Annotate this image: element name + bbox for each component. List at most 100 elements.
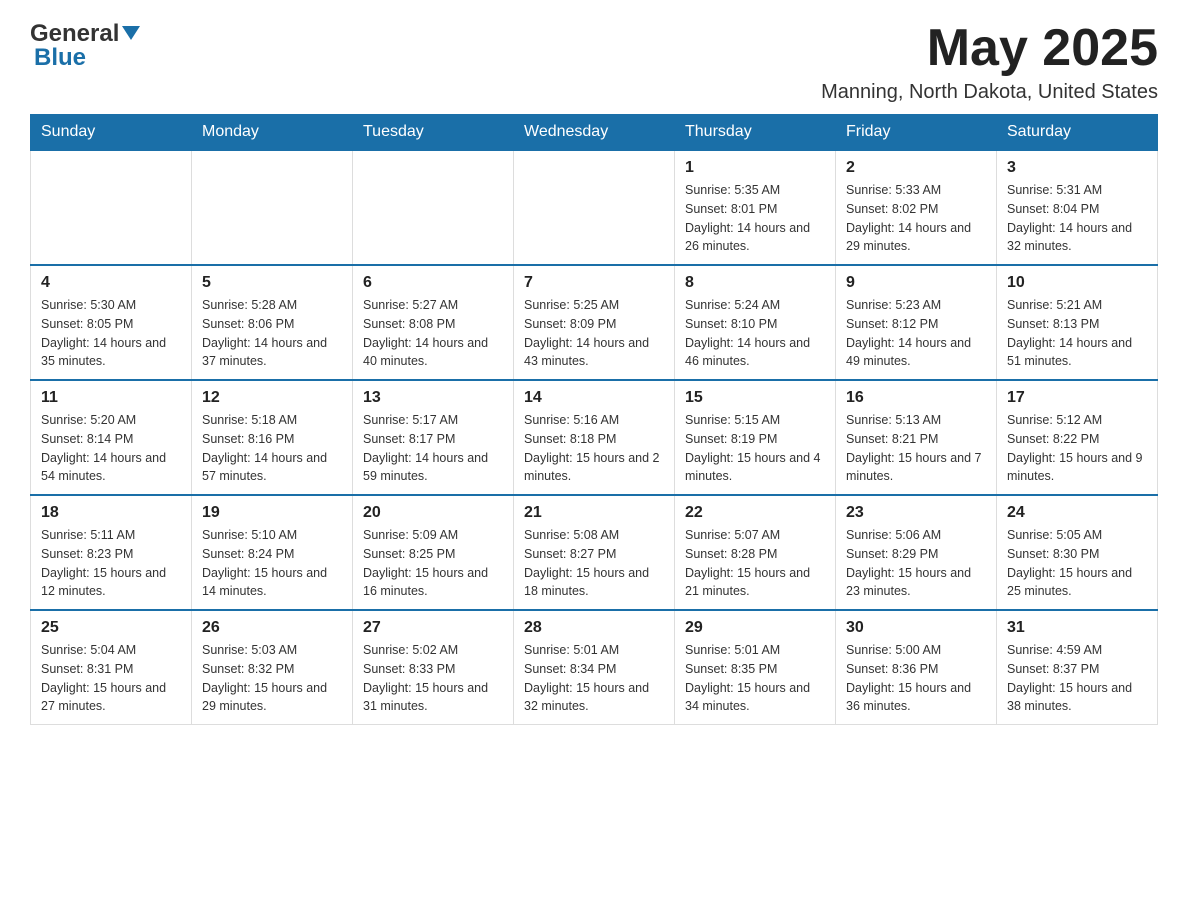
day-info: Sunrise: 5:12 AMSunset: 8:22 PMDaylight:… bbox=[1007, 411, 1147, 486]
page-header: General Blue May 2025 Manning, North Dak… bbox=[30, 20, 1158, 104]
calendar-cell: 22 Sunrise: 5:07 AMSunset: 8:28 PMDayligh… bbox=[675, 495, 836, 610]
location-title: Manning, North Dakota, United States bbox=[821, 81, 1158, 104]
calendar-cell: 6Sunrise: 5:27 AMSunset: 8:08 PMDaylight… bbox=[353, 265, 514, 380]
day-number: 3 bbox=[1007, 159, 1147, 177]
day-info: Sunrise: 5:21 AMSunset: 8:13 PMDaylight:… bbox=[1007, 296, 1147, 371]
day-info: Sunrise: 5:31 AMSunset: 8:04 PMDaylight:… bbox=[1007, 181, 1147, 256]
calendar-cell: 19 Sunrise: 5:10 AMSunset: 8:24 PMDayligh… bbox=[192, 495, 353, 610]
header-sunday: Sunday bbox=[31, 115, 192, 151]
day-info: Sunrise: 4:59 AMSunset: 8:37 PMDaylight:… bbox=[1007, 641, 1147, 716]
calendar-cell: 29 Sunrise: 5:01 AMSunset: 8:35 PMDayligh… bbox=[675, 610, 836, 725]
day-info: Sunrise: 5:13 AMSunset: 8:21 PMDaylight:… bbox=[846, 411, 986, 486]
day-number: 14 bbox=[524, 389, 664, 407]
day-info: Sunrise: 5:25 AMSunset: 8:09 PMDaylight:… bbox=[524, 296, 664, 371]
day-number: 19 bbox=[202, 504, 342, 522]
header-friday: Friday bbox=[836, 115, 997, 151]
calendar-cell: 24 Sunrise: 5:05 AMSunset: 8:30 PMDayligh… bbox=[997, 495, 1158, 610]
logo: General Blue bbox=[30, 20, 140, 72]
day-number: 2 bbox=[846, 159, 986, 177]
logo-blue-text: Blue bbox=[34, 44, 86, 72]
calendar-cell: 30 Sunrise: 5:00 AMSunset: 8:36 PMDayligh… bbox=[836, 610, 997, 725]
calendar-header-row: Sunday Monday Tuesday Wednesday Thursday… bbox=[31, 115, 1158, 151]
calendar-cell: 3 Sunrise: 5:31 AMSunset: 8:04 PMDaylight… bbox=[997, 150, 1158, 265]
day-info: Sunrise: 5:03 AMSunset: 8:32 PMDaylight:… bbox=[202, 641, 342, 716]
day-number: 18 bbox=[41, 504, 181, 522]
day-info: Sunrise: 5:05 AMSunset: 8:30 PMDaylight:… bbox=[1007, 526, 1147, 601]
day-info: Sunrise: 5:20 AMSunset: 8:14 PMDaylight:… bbox=[41, 411, 181, 486]
day-number: 31 bbox=[1007, 619, 1147, 637]
logo-arrow-icon bbox=[122, 26, 140, 40]
calendar-cell: 12Sunrise: 5:18 AMSunset: 8:16 PMDayligh… bbox=[192, 380, 353, 495]
day-number: 29 bbox=[685, 619, 825, 637]
calendar-cell: 31 Sunrise: 4:59 AMSunset: 8:37 PMDayligh… bbox=[997, 610, 1158, 725]
day-info: Sunrise: 5:11 AMSunset: 8:23 PMDaylight:… bbox=[41, 526, 181, 601]
calendar-cell: 18 Sunrise: 5:11 AMSunset: 8:23 PMDayligh… bbox=[31, 495, 192, 610]
header-monday: Monday bbox=[192, 115, 353, 151]
day-info: Sunrise: 5:28 AMSunset: 8:06 PMDaylight:… bbox=[202, 296, 342, 371]
calendar-cell: 28 Sunrise: 5:01 AMSunset: 8:34 PMDayligh… bbox=[514, 610, 675, 725]
day-number: 28 bbox=[524, 619, 664, 637]
calendar-cell: 16 Sunrise: 5:13 AMSunset: 8:21 PMDayligh… bbox=[836, 380, 997, 495]
day-number: 6 bbox=[363, 274, 503, 292]
day-number: 17 bbox=[1007, 389, 1147, 407]
day-info: Sunrise: 5:09 AMSunset: 8:25 PMDaylight:… bbox=[363, 526, 503, 601]
day-info: Sunrise: 5:30 AMSunset: 8:05 PMDaylight:… bbox=[41, 296, 181, 371]
day-info: Sunrise: 5:35 AMSunset: 8:01 PMDaylight:… bbox=[685, 181, 825, 256]
day-number: 8 bbox=[685, 274, 825, 292]
day-number: 13 bbox=[363, 389, 503, 407]
calendar-cell: 25Sunrise: 5:04 AMSunset: 8:31 PMDayligh… bbox=[31, 610, 192, 725]
day-number: 9 bbox=[846, 274, 986, 292]
day-info: Sunrise: 5:04 AMSunset: 8:31 PMDaylight:… bbox=[41, 641, 181, 716]
day-info: Sunrise: 5:01 AMSunset: 8:34 PMDaylight:… bbox=[524, 641, 664, 716]
day-number: 1 bbox=[685, 159, 825, 177]
day-info: Sunrise: 5:08 AMSunset: 8:27 PMDaylight:… bbox=[524, 526, 664, 601]
day-number: 16 bbox=[846, 389, 986, 407]
day-number: 22 bbox=[685, 504, 825, 522]
day-number: 26 bbox=[202, 619, 342, 637]
calendar-week-row: 25Sunrise: 5:04 AMSunset: 8:31 PMDayligh… bbox=[31, 610, 1158, 725]
calendar-cell: 15 Sunrise: 5:15 AMSunset: 8:19 PMDayligh… bbox=[675, 380, 836, 495]
day-info: Sunrise: 5:02 AMSunset: 8:33 PMDaylight:… bbox=[363, 641, 503, 716]
calendar-cell: 7 Sunrise: 5:25 AMSunset: 8:09 PMDaylight… bbox=[514, 265, 675, 380]
title-block: May 2025 Manning, North Dakota, United S… bbox=[821, 20, 1158, 104]
calendar-week-row: 4 Sunrise: 5:30 AMSunset: 8:05 PMDaylight… bbox=[31, 265, 1158, 380]
day-info: Sunrise: 5:17 AMSunset: 8:17 PMDaylight:… bbox=[363, 411, 503, 486]
day-number: 4 bbox=[41, 274, 181, 292]
calendar-cell: 2Sunrise: 5:33 AMSunset: 8:02 PMDaylight… bbox=[836, 150, 997, 265]
day-number: 24 bbox=[1007, 504, 1147, 522]
header-thursday: Thursday bbox=[675, 115, 836, 151]
day-info: Sunrise: 5:07 AMSunset: 8:28 PMDaylight:… bbox=[685, 526, 825, 601]
calendar-week-row: 1 Sunrise: 5:35 AMSunset: 8:01 PMDaylight… bbox=[31, 150, 1158, 265]
calendar-cell bbox=[353, 150, 514, 265]
day-info: Sunrise: 5:15 AMSunset: 8:19 PMDaylight:… bbox=[685, 411, 825, 486]
calendar-cell: 14 Sunrise: 5:16 AMSunset: 8:18 PMDayligh… bbox=[514, 380, 675, 495]
calendar-cell bbox=[192, 150, 353, 265]
header-wednesday: Wednesday bbox=[514, 115, 675, 151]
calendar-cell: 26 Sunrise: 5:03 AMSunset: 8:32 PMDayligh… bbox=[192, 610, 353, 725]
day-number: 10 bbox=[1007, 274, 1147, 292]
calendar-table: Sunday Monday Tuesday Wednesday Thursday… bbox=[30, 114, 1158, 725]
day-number: 5 bbox=[202, 274, 342, 292]
day-info: Sunrise: 5:01 AMSunset: 8:35 PMDaylight:… bbox=[685, 641, 825, 716]
day-number: 7 bbox=[524, 274, 664, 292]
calendar-cell: 8Sunrise: 5:24 AMSunset: 8:10 PMDaylight… bbox=[675, 265, 836, 380]
day-info: Sunrise: 5:00 AMSunset: 8:36 PMDaylight:… bbox=[846, 641, 986, 716]
calendar-cell: 5 Sunrise: 5:28 AMSunset: 8:06 PMDaylight… bbox=[192, 265, 353, 380]
day-number: 20 bbox=[363, 504, 503, 522]
header-saturday: Saturday bbox=[997, 115, 1158, 151]
day-info: Sunrise: 5:16 AMSunset: 8:18 PMDaylight:… bbox=[524, 411, 664, 486]
calendar-week-row: 11 Sunrise: 5:20 AMSunset: 8:14 PMDayligh… bbox=[31, 380, 1158, 495]
calendar-cell bbox=[514, 150, 675, 265]
day-number: 30 bbox=[846, 619, 986, 637]
month-title: May 2025 bbox=[821, 20, 1158, 77]
calendar-cell: 21 Sunrise: 5:08 AMSunset: 8:27 PMDayligh… bbox=[514, 495, 675, 610]
day-number: 11 bbox=[41, 389, 181, 407]
day-info: Sunrise: 5:23 AMSunset: 8:12 PMDaylight:… bbox=[846, 296, 986, 371]
calendar-cell: 20 Sunrise: 5:09 AMSunset: 8:25 PMDayligh… bbox=[353, 495, 514, 610]
calendar-cell: 23Sunrise: 5:06 AMSunset: 8:29 PMDayligh… bbox=[836, 495, 997, 610]
day-number: 21 bbox=[524, 504, 664, 522]
day-info: Sunrise: 5:10 AMSunset: 8:24 PMDaylight:… bbox=[202, 526, 342, 601]
calendar-cell: 4 Sunrise: 5:30 AMSunset: 8:05 PMDaylight… bbox=[31, 265, 192, 380]
day-number: 12 bbox=[202, 389, 342, 407]
day-number: 15 bbox=[685, 389, 825, 407]
